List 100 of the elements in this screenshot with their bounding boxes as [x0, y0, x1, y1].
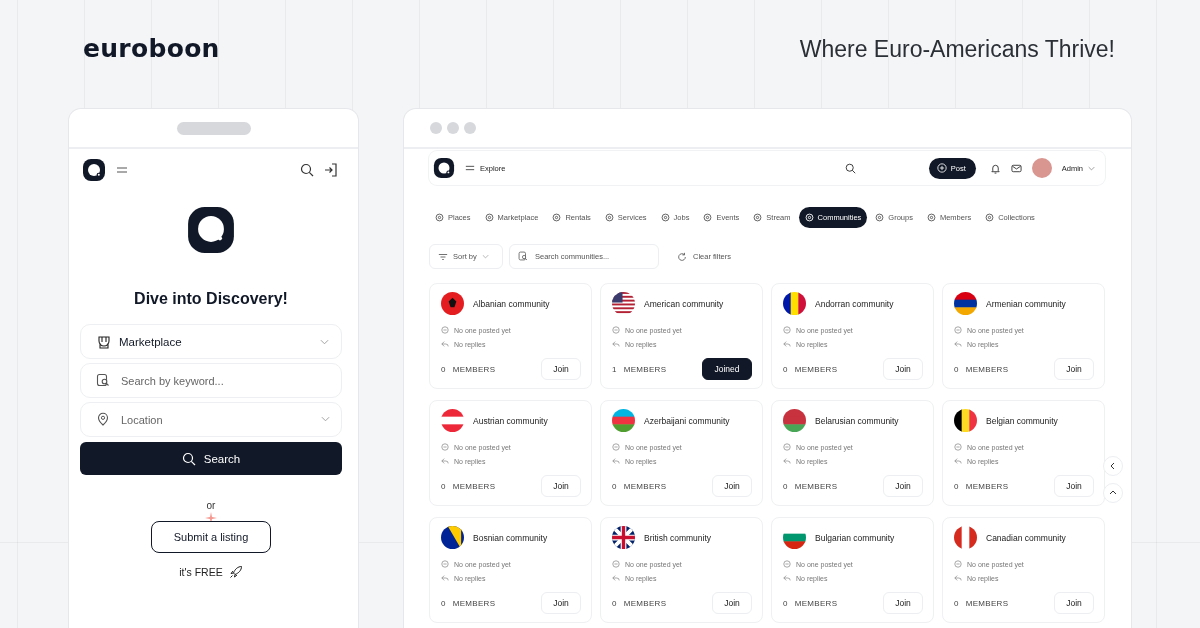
- tagline: Where Euro-Americans Thrive!: [799, 36, 1115, 63]
- member-count: 0: [441, 481, 446, 491]
- members-label: MEMBERS: [452, 481, 496, 491]
- reply-icon: [612, 457, 620, 465]
- chevron-down-icon: [1088, 165, 1095, 171]
- join-button[interactable]: Join: [883, 358, 923, 380]
- join-button[interactable]: Join: [1054, 475, 1094, 497]
- flag-icon: [783, 409, 806, 432]
- member-count: 0: [441, 598, 446, 608]
- keyword-field[interactable]: Search by keyword...: [80, 363, 342, 398]
- member-count: 0: [954, 598, 959, 608]
- members-label: MEMBERS: [452, 598, 496, 608]
- chat-bubble-icon: [954, 443, 962, 451]
- members-label: MEMBERS: [794, 598, 838, 608]
- target-icon: [926, 213, 936, 222]
- reply-icon: [441, 574, 449, 582]
- chat-bubble-icon: [441, 560, 449, 568]
- brand-logo: euroboon: [83, 34, 220, 63]
- flag-icon: [612, 292, 635, 315]
- community-name[interactable]: Bosnian community: [473, 532, 548, 543]
- chat-bubble-icon: [954, 560, 962, 568]
- members-label: MEMBERS: [452, 364, 496, 374]
- member-count: 0: [783, 481, 788, 491]
- plus-icon: [936, 163, 947, 173]
- free-note: it's FREE: [179, 566, 223, 578]
- member-count: 0: [783, 364, 788, 374]
- join-button[interactable]: Join: [541, 475, 581, 497]
- community-name[interactable]: Belarusian community: [815, 415, 899, 426]
- search-icon[interactable]: [300, 163, 314, 177]
- chat-bubble-icon: [783, 326, 791, 334]
- chevron-down-icon: [320, 338, 329, 345]
- flag-icon: [954, 409, 977, 432]
- reply-icon: [954, 457, 962, 465]
- community-name[interactable]: Andorran community: [815, 298, 894, 309]
- community-name[interactable]: British community: [644, 532, 712, 543]
- chat-bubble-icon: [783, 560, 791, 568]
- member-count: 0: [612, 598, 617, 608]
- login-icon[interactable]: [324, 163, 338, 177]
- target-icon: [604, 213, 614, 222]
- flag-icon: [783, 292, 806, 315]
- join-button[interactable]: Join: [541, 592, 581, 614]
- reply-icon: [612, 340, 620, 348]
- flag-icon: [612, 526, 635, 549]
- search-icon[interactable]: [845, 162, 857, 174]
- submit-listing-button[interactable]: Submit a listing: [151, 521, 271, 553]
- join-button[interactable]: Join: [541, 358, 581, 380]
- reply-icon: [783, 340, 791, 348]
- join-button[interactable]: Joined: [702, 358, 752, 380]
- flag-icon: [441, 526, 464, 549]
- app-logo-icon: [186, 205, 236, 255]
- join-button[interactable]: Join: [712, 592, 752, 614]
- community-name[interactable]: American community: [644, 298, 724, 309]
- reply-icon: [612, 574, 620, 582]
- category-select[interactable]: Marketplace: [80, 324, 342, 359]
- members-label: MEMBERS: [623, 481, 667, 491]
- members-label: MEMBERS: [965, 364, 1009, 374]
- location-field[interactable]: Location: [80, 402, 342, 437]
- members-label: MEMBERS: [794, 481, 838, 491]
- target-icon: [660, 213, 670, 222]
- flag-icon: [954, 526, 977, 549]
- bell-icon[interactable]: [989, 162, 1001, 174]
- join-button[interactable]: Join: [1054, 358, 1094, 380]
- hero-title: Dive into Discovery!: [134, 290, 288, 308]
- chevron-down-icon: [481, 254, 489, 259]
- sparkle-icon: [205, 512, 217, 524]
- chat-bubble-icon: [441, 443, 449, 451]
- community-name[interactable]: Bulgarian community: [815, 532, 895, 543]
- join-button[interactable]: Join: [1054, 592, 1094, 614]
- community-name[interactable]: Albanian community: [473, 298, 550, 309]
- chevron-down-icon: [321, 416, 330, 422]
- members-label: MEMBERS: [965, 481, 1009, 491]
- member-count: 0: [954, 481, 959, 491]
- community-name[interactable]: Armenian community: [986, 298, 1066, 309]
- window-dot: [447, 122, 459, 134]
- chat-bubble-icon: [954, 326, 962, 334]
- join-button[interactable]: Join: [712, 475, 752, 497]
- community-name[interactable]: Austrian community: [473, 415, 548, 426]
- member-count: 0: [783, 598, 788, 608]
- flag-icon: [954, 292, 977, 315]
- search-button[interactable]: Search: [80, 442, 342, 475]
- community-name[interactable]: Belgian community: [986, 415, 1058, 426]
- target-icon: [552, 213, 562, 222]
- reply-icon: [783, 457, 791, 465]
- community-name[interactable]: Canadian community: [986, 532, 1066, 543]
- target-icon: [985, 213, 995, 222]
- target-icon: [804, 213, 814, 222]
- join-button[interactable]: Join: [883, 475, 923, 497]
- reply-icon: [954, 340, 962, 348]
- app-logo-icon: [82, 158, 106, 182]
- flag-icon: [612, 409, 635, 432]
- members-label: MEMBERS: [794, 364, 838, 374]
- reply-icon: [954, 574, 962, 582]
- join-button[interactable]: Join: [883, 592, 923, 614]
- filter-icon: [438, 251, 448, 262]
- chat-bubble-icon: [441, 326, 449, 334]
- target-icon: [484, 213, 494, 222]
- window-dot: [430, 122, 442, 134]
- mail-icon[interactable]: [1010, 162, 1022, 174]
- community-name[interactable]: Azerbaijani community: [644, 415, 730, 426]
- reply-icon: [441, 340, 449, 348]
